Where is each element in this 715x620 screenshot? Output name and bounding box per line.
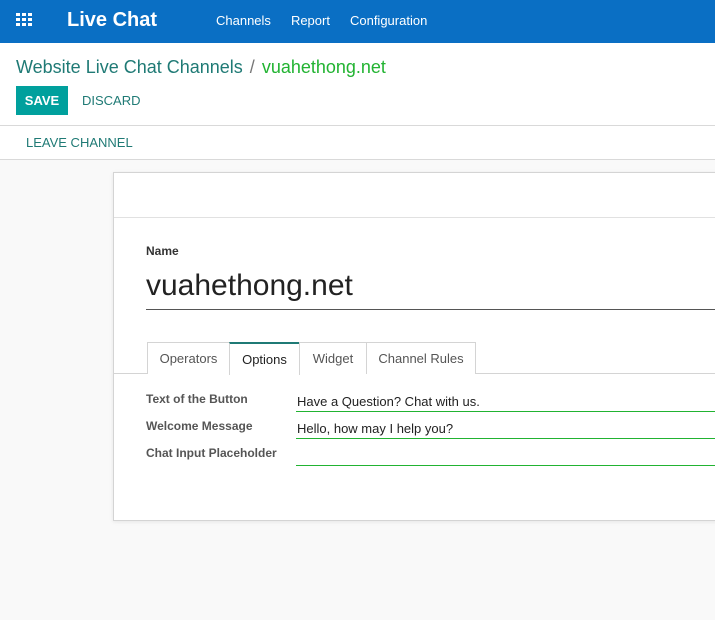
name-label: Name	[146, 244, 179, 258]
breadcrumb-parent[interactable]: Website Live Chat Channels	[16, 57, 243, 78]
field-row-welcome-message: Welcome Message Hello, how may I help yo…	[146, 415, 715, 439]
menu-item-channels[interactable]: Channels	[216, 13, 271, 28]
menu-item-configuration[interactable]: Configuration	[350, 13, 427, 28]
tab-channel-rules[interactable]: Channel Rules	[366, 342, 476, 374]
tab-options[interactable]: Options	[229, 342, 300, 375]
welcome-message-input[interactable]: Hello, how may I help you?	[296, 415, 715, 439]
discard-button[interactable]: DISCARD	[82, 93, 141, 108]
chat-placeholder-input[interactable]	[296, 442, 715, 466]
app-title[interactable]: Live Chat	[67, 9, 157, 32]
breadcrumb-separator: /	[249, 57, 255, 77]
field-row-button-text: Text of the Button Have a Question? Chat…	[146, 388, 715, 412]
save-button[interactable]: SAVE	[16, 86, 68, 115]
button-text-input[interactable]: Have a Question? Chat with us.	[296, 388, 715, 412]
top-navbar: Live Chat Channels Report Configuration	[0, 0, 715, 43]
control-panel: Website Live Chat Channels / vuahethong.…	[0, 43, 715, 126]
chat-placeholder-label: Chat Input Placeholder	[146, 446, 277, 460]
notebook-tabs: Operators Options Widget Channel Rules	[114, 342, 715, 375]
menu-item-report[interactable]: Report	[291, 13, 330, 28]
field-row-placeholder: Chat Input Placeholder	[146, 442, 715, 466]
tab-operators[interactable]: Operators	[147, 342, 230, 374]
breadcrumb: Website Live Chat Channels / vuahethong.…	[16, 57, 386, 78]
form-sheet: Name vuahethong.net Operators Options Wi…	[113, 172, 715, 521]
main-menu: Channels Report Configuration	[216, 13, 447, 28]
name-input[interactable]: vuahethong.net	[146, 266, 715, 310]
grid-icon[interactable]	[16, 13, 34, 28]
tab-widget[interactable]: Widget	[299, 342, 367, 374]
breadcrumb-current: vuahethong.net	[261, 57, 386, 77]
button-text-label: Text of the Button	[146, 392, 248, 406]
welcome-message-label: Welcome Message	[146, 419, 253, 433]
status-bar: LEAVE CHANNEL	[0, 126, 715, 160]
sheet-header	[114, 173, 715, 218]
leave-channel-button[interactable]: LEAVE CHANNEL	[26, 135, 133, 150]
